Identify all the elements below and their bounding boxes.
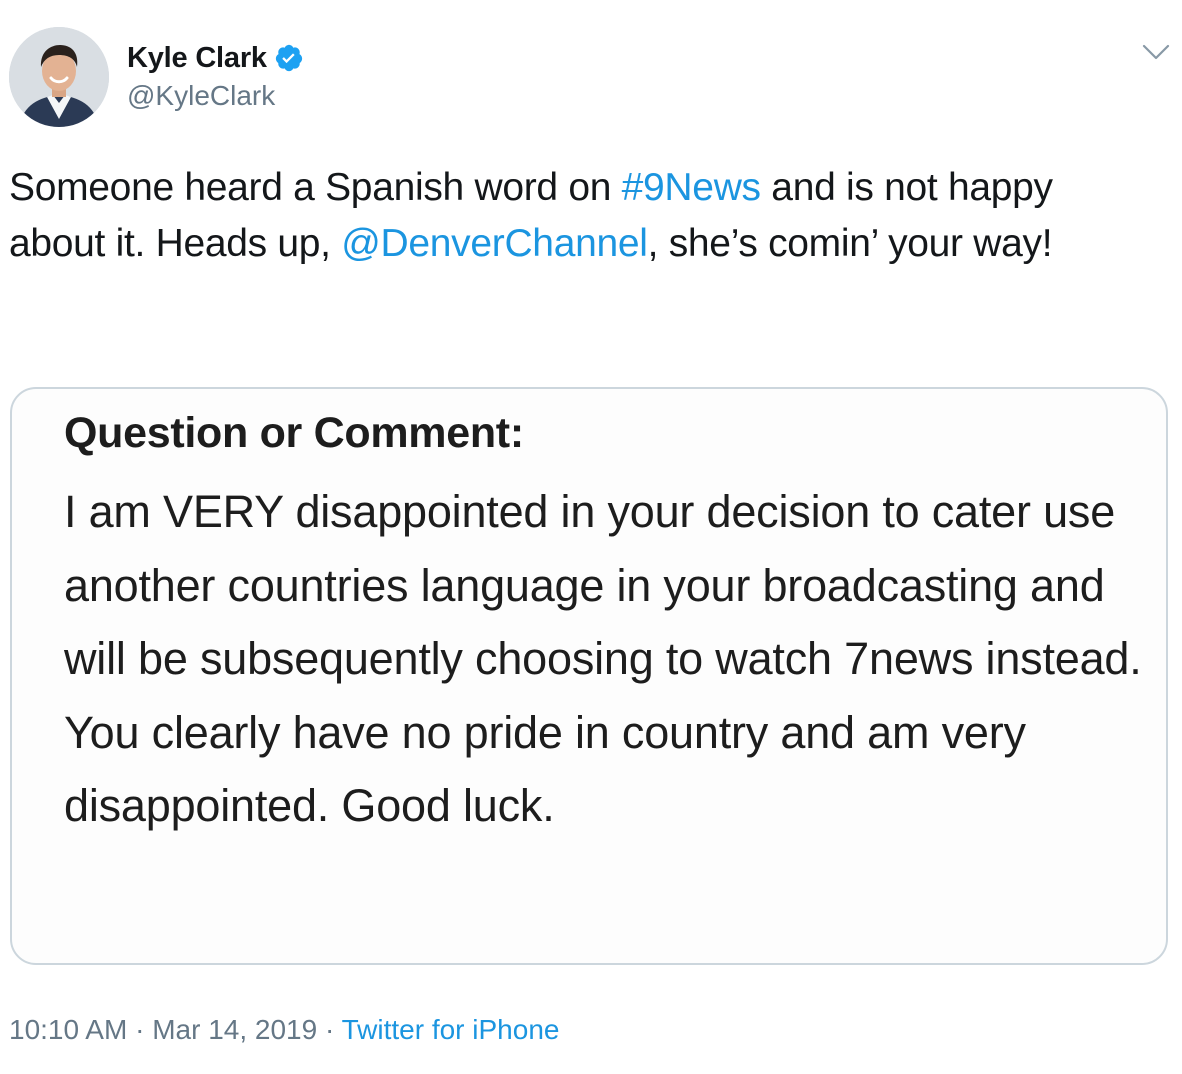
verified-badge-icon (274, 43, 304, 73)
meta-separator: · (135, 1014, 145, 1045)
tweet-source-link[interactable]: Twitter for iPhone (342, 1014, 560, 1045)
hashtag-link[interactable]: #9News (622, 166, 761, 209)
avatar-image (9, 27, 109, 127)
image-heading: Question or Comment: (64, 409, 524, 457)
attached-image[interactable]: Question or Comment: I am VERY disappoin… (10, 387, 1168, 965)
image-body-text: I am VERY disappointed in your decision … (64, 486, 1142, 831)
author-name-row: Kyle Clark (127, 40, 304, 76)
author-avatar[interactable] (9, 27, 109, 127)
tweet-text-part: , she’s comin’ your way! (647, 222, 1053, 265)
author-handle[interactable]: @KyleClark (127, 80, 275, 112)
tweet-text-part: Someone heard a Spanish word on (9, 166, 622, 209)
chevron-down-icon[interactable] (1141, 40, 1171, 64)
meta-separator: · (324, 1014, 335, 1045)
tweet-metadata: 10:10 AM · Mar 14, 2019 · Twitter for iP… (9, 1014, 559, 1046)
tweet: Kyle Clark @KyleClark Someone heard a Sp… (0, 0, 1182, 1074)
tweet-text: Someone heard a Spanish word on #9News a… (9, 160, 1159, 272)
mention-link[interactable]: @DenverChannel (341, 222, 648, 265)
author-display-name[interactable]: Kyle Clark (127, 42, 267, 75)
tweet-time[interactable]: 10:10 AM (9, 1014, 127, 1045)
tweet-date[interactable]: Mar 14, 2019 (152, 1014, 317, 1045)
